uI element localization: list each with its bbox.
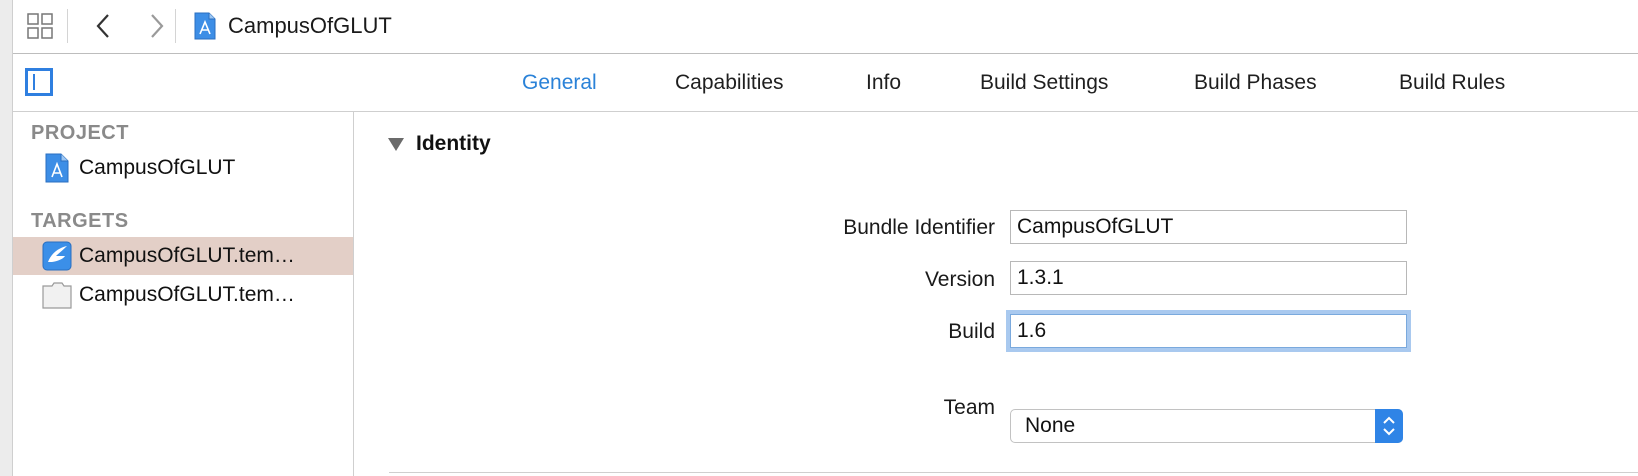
team-popup-value: None <box>1025 414 1076 437</box>
disclosure-triangle-icon[interactable] <box>388 138 404 151</box>
sidebar-item-label: CampusOfGLUT <box>79 156 236 179</box>
left-edge-rail <box>0 0 13 476</box>
sidebar-item-project[interactable]: CampusOfGLUT <box>13 149 353 187</box>
sidebar-item-label: CampusOfGLUT.tem… <box>79 244 295 267</box>
popup-stepper-icon[interactable] <box>1375 409 1403 443</box>
tab-general[interactable]: General <box>522 70 597 96</box>
xcode-target-editor: CampusOfGLUT General Capabilities Info B… <box>0 0 1638 476</box>
team-popup[interactable]: None <box>1010 409 1403 443</box>
bundle-identifier-field[interactable] <box>1010 210 1407 244</box>
build-label: Build <box>948 320 995 343</box>
back-chevron-icon[interactable] <box>93 12 115 40</box>
tab-build-phases[interactable]: Build Phases <box>1194 70 1317 96</box>
xcode-project-file-icon <box>45 153 69 183</box>
jump-bar-divider <box>175 9 176 43</box>
xcode-project-file-icon <box>194 12 216 40</box>
version-field[interactable] <box>1010 261 1407 295</box>
project-section-header: PROJECT <box>31 122 129 144</box>
tab-info[interactable]: Info <box>866 70 901 96</box>
grid-icon[interactable] <box>26 12 54 40</box>
bundle-identifier-label: Bundle Identifier <box>843 216 995 239</box>
version-label: Version <box>924 268 995 291</box>
tab-build-settings[interactable]: Build Settings <box>980 70 1108 96</box>
sidebar-item-target-app[interactable]: CampusOfGLUT.tem… <box>13 237 353 275</box>
general-settings-pane: Identity Bundle Identifier Version Build… <box>354 112 1638 476</box>
jump-bar-divider <box>67 9 68 43</box>
updown-chevron-icon <box>1383 416 1395 436</box>
build-field[interactable] <box>1010 314 1407 348</box>
sidebar-item-label: CampusOfGLUT.tem… <box>79 283 295 306</box>
sidebar-toggle-icon[interactable] <box>25 68 53 96</box>
tab-build-rules[interactable]: Build Rules <box>1399 70 1505 96</box>
team-label: Team <box>943 396 995 419</box>
targets-section-header: TARGETS <box>31 210 129 232</box>
bundle-target-icon <box>42 282 72 309</box>
section-divider <box>389 472 1638 473</box>
sidebar-item-target-bundle[interactable]: CampusOfGLUT.tem… <box>13 276 353 314</box>
forward-chevron-icon[interactable] <box>146 12 168 40</box>
project-target-sidebar: PROJECT CampusOfGLUT TARGETS CampusOfGLU… <box>13 112 354 476</box>
tab-capabilities[interactable]: Capabilities <box>675 70 784 96</box>
app-target-icon <box>42 241 72 271</box>
identity-section-title: Identity <box>416 132 491 155</box>
editor-tab-bar: General Capabilities Info Build Settings… <box>13 54 1638 112</box>
jump-bar-title[interactable]: CampusOfGLUT <box>228 13 392 39</box>
jump-bar: CampusOfGLUT <box>13 0 1638 54</box>
